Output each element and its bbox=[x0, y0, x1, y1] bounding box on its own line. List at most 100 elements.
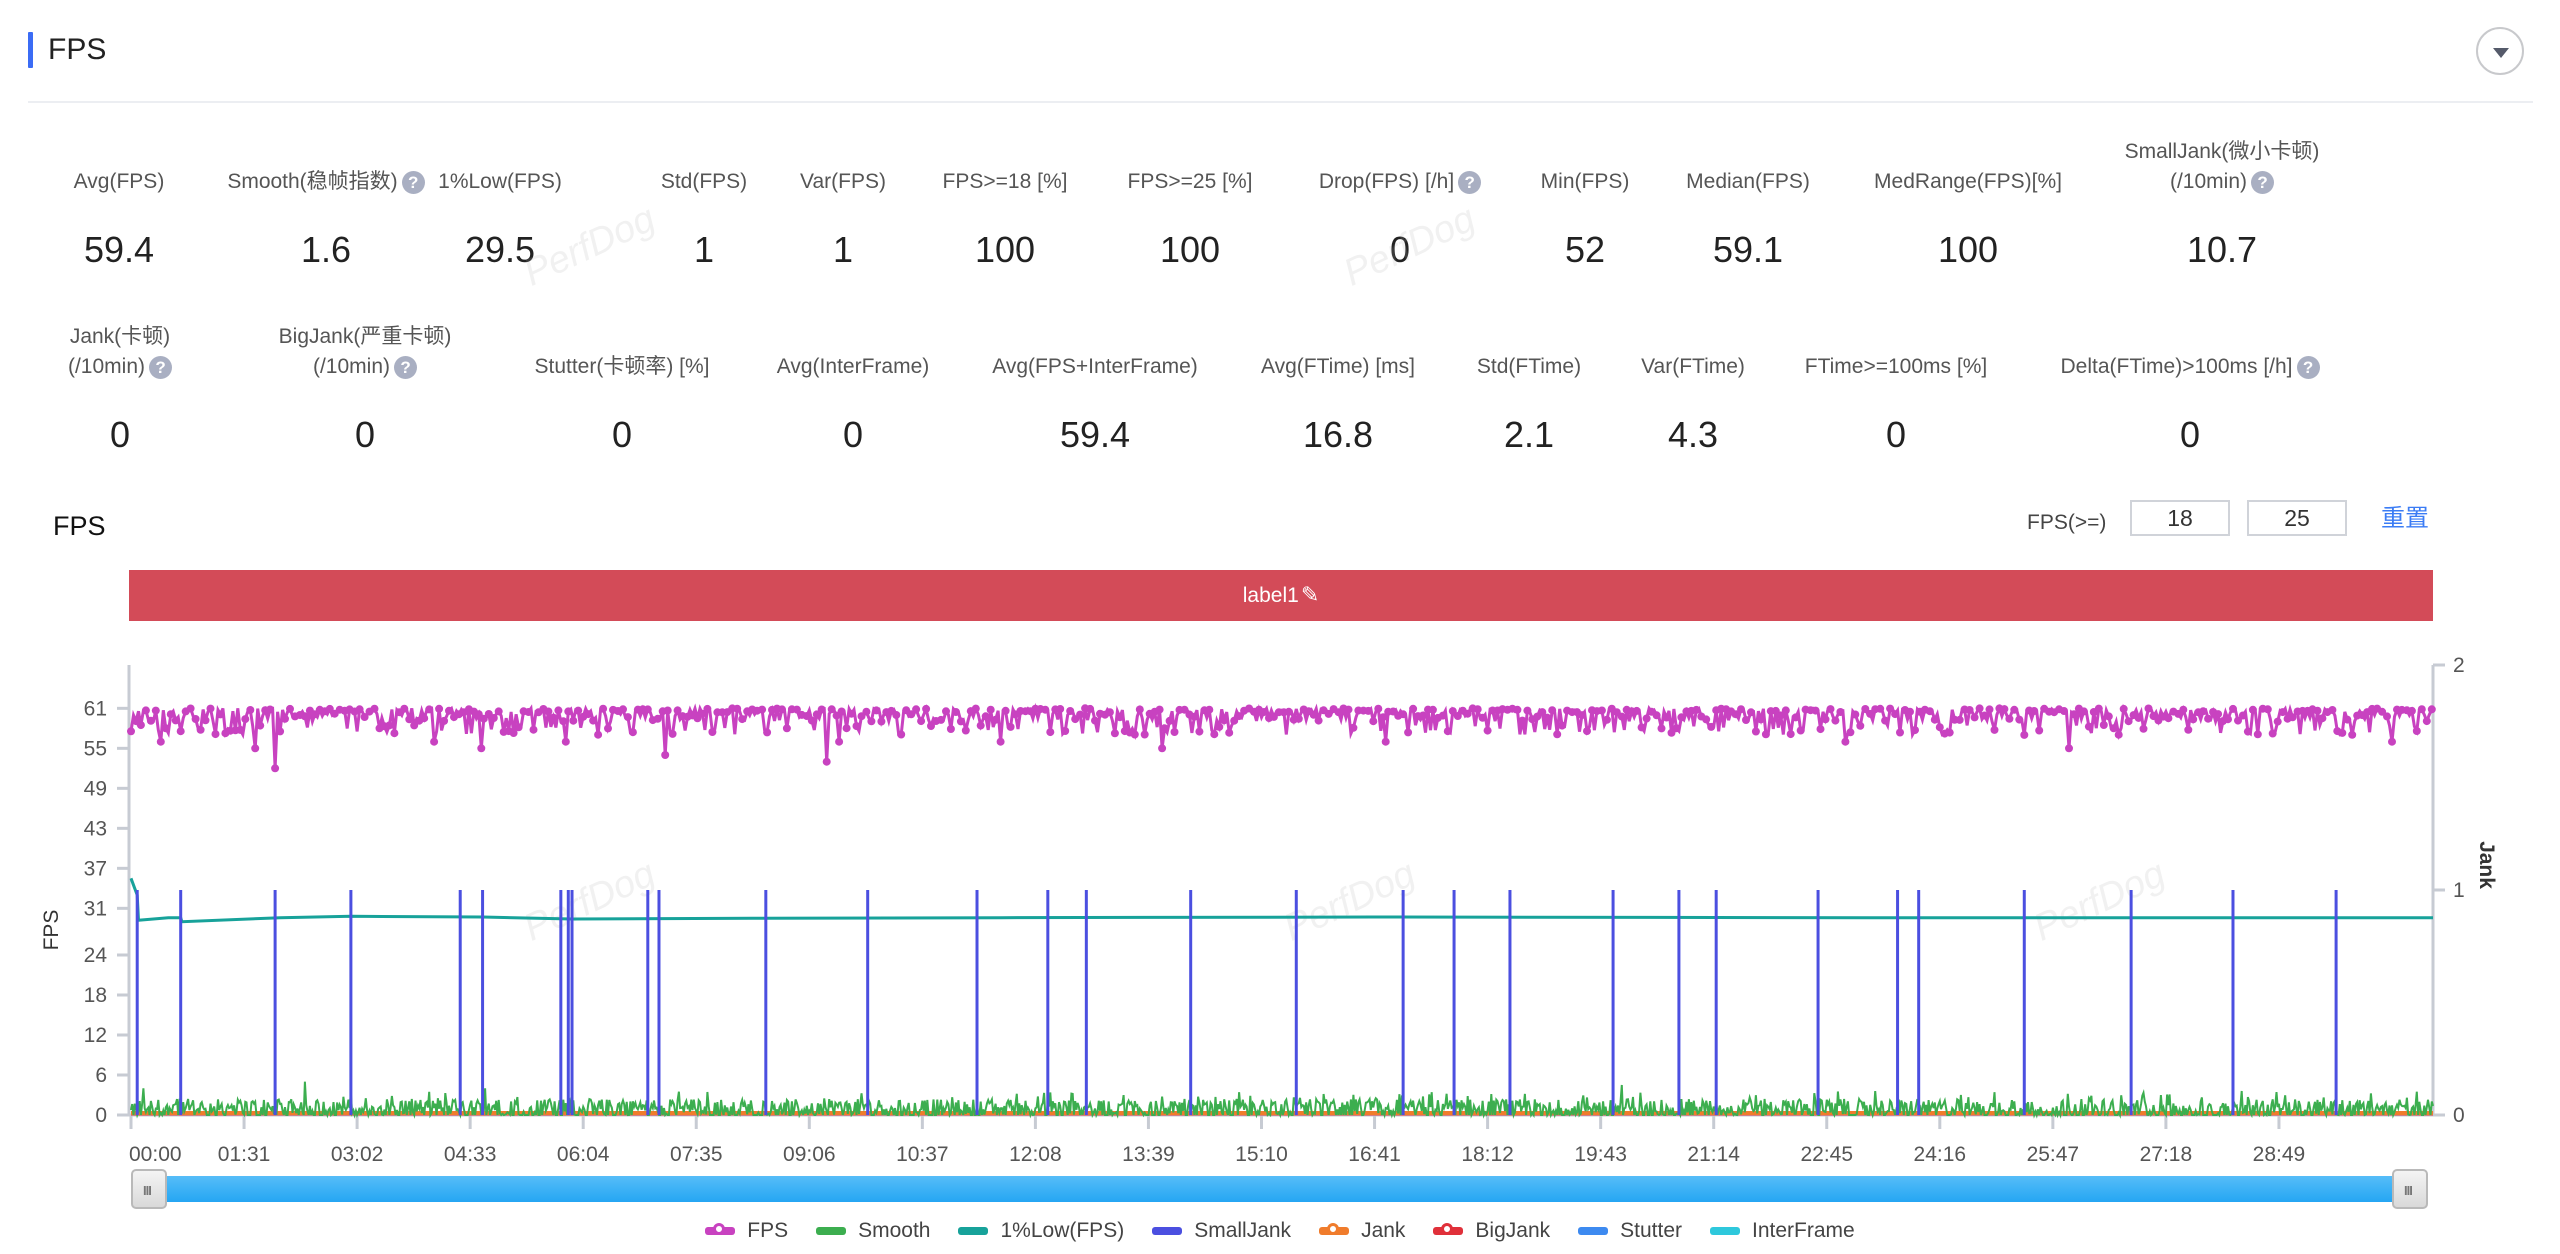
x-tick-label: 21:14 bbox=[1687, 1143, 1740, 1166]
fps-point bbox=[837, 707, 846, 716]
fps-point bbox=[1970, 713, 1979, 722]
fps-point bbox=[1553, 730, 1562, 739]
fps-point bbox=[355, 705, 364, 714]
fps-point bbox=[554, 706, 563, 715]
fps-point bbox=[842, 724, 851, 733]
fps-point bbox=[1220, 716, 1229, 725]
fps-point bbox=[1816, 725, 1825, 734]
fps-point bbox=[2199, 707, 2208, 716]
legend-item[interactable]: InterFrame bbox=[1710, 1219, 1855, 1243]
fps-point bbox=[2243, 727, 2252, 736]
fps-point bbox=[1821, 715, 1830, 724]
fps-threshold-input-1[interactable] bbox=[2130, 500, 2230, 536]
fps-point bbox=[2268, 729, 2277, 738]
slider-handle-end[interactable]: III bbox=[2392, 1169, 2428, 1209]
fps-point bbox=[2134, 713, 2143, 722]
grip-icon: III bbox=[143, 1183, 152, 1198]
edit-pencil-icon[interactable]: ✎ bbox=[1301, 581, 1319, 609]
fps-point bbox=[2094, 704, 2103, 713]
legend-item[interactable]: BigJank bbox=[1433, 1219, 1550, 1243]
fps-point bbox=[1891, 710, 1900, 719]
fps-point bbox=[1548, 706, 1557, 715]
fps-point bbox=[1478, 713, 1487, 722]
time-range-slider[interactable] bbox=[131, 1176, 2428, 1202]
fps-point bbox=[1225, 728, 1234, 737]
fps-point bbox=[1443, 727, 1452, 736]
fps-point bbox=[1344, 705, 1353, 714]
collapse-button[interactable] bbox=[2476, 27, 2524, 75]
fps-point bbox=[2427, 705, 2436, 714]
fps-point bbox=[2263, 705, 2272, 714]
fps-point bbox=[2079, 707, 2088, 716]
fps-point bbox=[1165, 716, 1174, 725]
fps-point bbox=[2238, 711, 2247, 720]
fps-point bbox=[1056, 705, 1065, 713]
y2-tick-label: 1 bbox=[2453, 879, 2465, 902]
legend-item[interactable]: Stutter bbox=[1578, 1219, 1682, 1243]
fps-point bbox=[817, 705, 826, 714]
fps-point bbox=[1374, 704, 1383, 713]
header-divider bbox=[28, 101, 2533, 103]
x-tick-label: 19:43 bbox=[1574, 1143, 1627, 1166]
fps-point bbox=[1881, 716, 1890, 725]
fps-point bbox=[201, 716, 210, 725]
fps-point bbox=[489, 714, 498, 722]
fps-point bbox=[2248, 705, 2257, 714]
legend-item[interactable]: SmallJank bbox=[1152, 1219, 1291, 1243]
fps-point bbox=[663, 706, 672, 715]
series-1pct-low bbox=[129, 877, 2433, 924]
fps-point bbox=[1130, 730, 1139, 739]
fps-point bbox=[594, 730, 603, 739]
fps-point bbox=[549, 713, 558, 722]
fps-point bbox=[668, 729, 677, 738]
legend-swatch-icon bbox=[816, 1227, 847, 1236]
fps-point bbox=[477, 744, 486, 753]
fps-point bbox=[1841, 737, 1850, 746]
fps-point bbox=[1637, 723, 1646, 732]
section-accent-bar bbox=[28, 32, 33, 68]
fps-point bbox=[514, 723, 523, 732]
fps-point bbox=[1945, 728, 1954, 737]
legend-item[interactable]: 1%Low(FPS) bbox=[958, 1219, 1124, 1243]
help-icon[interactable]: ? bbox=[2296, 355, 2320, 379]
y-tick-label: 0 bbox=[95, 1104, 107, 1127]
fps-point bbox=[276, 727, 285, 736]
slider-handle-start[interactable]: III bbox=[131, 1169, 167, 1209]
fps-point bbox=[1662, 713, 1671, 722]
fps-point bbox=[286, 704, 294, 713]
help-icon[interactable]: ? bbox=[2251, 170, 2275, 194]
metric-label: Delta(FTime)>100ms [/h]? bbox=[1990, 352, 2390, 382]
fps-point bbox=[1518, 716, 1527, 725]
fps-point bbox=[1215, 722, 1224, 731]
legend-item[interactable]: Jank bbox=[1319, 1219, 1405, 1243]
fps-point bbox=[758, 705, 767, 714]
fps-point bbox=[1737, 705, 1745, 714]
fps-point bbox=[996, 737, 1005, 746]
fps-point bbox=[2189, 715, 2198, 724]
legend-swatch-icon bbox=[1433, 1223, 1464, 1236]
fps-line bbox=[129, 702, 2434, 769]
legend-item[interactable]: FPS bbox=[705, 1219, 788, 1243]
fps-threshold-input-2[interactable] bbox=[2247, 500, 2347, 536]
fps-point bbox=[1314, 716, 1323, 725]
fps-point bbox=[1935, 723, 1944, 732]
x-tick-label: 04:33 bbox=[444, 1143, 497, 1166]
metric-label: BigJank(严重卡顿) bbox=[278, 325, 452, 348]
grip-icon: III bbox=[2404, 1183, 2413, 1198]
fps-point bbox=[1086, 704, 1095, 713]
label-text: label1 bbox=[1242, 584, 1299, 607]
fps-point bbox=[156, 737, 165, 746]
fps-point bbox=[445, 706, 453, 715]
fps-point bbox=[2020, 730, 2029, 739]
fps-point bbox=[385, 721, 394, 730]
fps-point bbox=[619, 705, 627, 714]
label-bar[interactable]: label1✎ bbox=[129, 570, 2433, 621]
legend-item[interactable]: Smooth bbox=[816, 1219, 930, 1243]
reset-link[interactable]: 重置 bbox=[2381, 504, 2429, 534]
fps-point bbox=[1483, 726, 1492, 735]
fps-point bbox=[216, 710, 225, 719]
help-icon[interactable]: ? bbox=[394, 355, 418, 379]
fps-point bbox=[976, 721, 985, 730]
fps-point bbox=[1001, 706, 1010, 715]
legend-swatch-icon bbox=[1710, 1227, 1741, 1236]
